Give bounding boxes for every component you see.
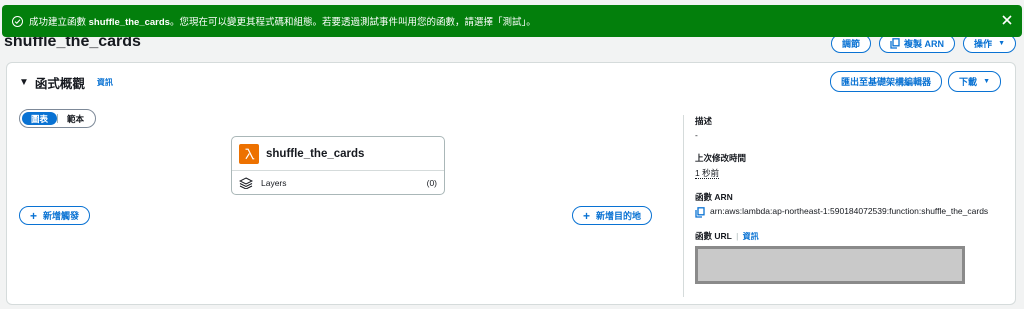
description-value: -: [695, 130, 698, 140]
url-label: 函數 URL: [695, 231, 732, 241]
flash-prefix: 成功建立函數: [29, 17, 89, 28]
check-circle-icon: [12, 15, 23, 27]
column-divider: [683, 115, 684, 297]
caret-down-icon: ▼: [983, 78, 990, 85]
arn-label: 函數 ARN: [695, 192, 733, 202]
layers-label: Layers: [261, 178, 287, 188]
export-infra-composer-button[interactable]: 匯出至基礎架構編輯器: [830, 71, 943, 92]
view-toggle: 圖表 範本: [19, 109, 97, 128]
arn-value: arn:aws:lambda:ap-northeast-1:5901840725…: [710, 206, 989, 216]
add-destination-label: 新增目的地: [596, 211, 642, 221]
flash-suffix: 。您現在可以變更其程式碼和組態。若要透過測試事件叫用您的函數，請選擇「測試」。: [169, 17, 536, 28]
success-flash-banner: 成功建立函數 shuffle_the_cards。您現在可以變更其程式碼和組態。…: [2, 5, 1022, 37]
flash-function-name: shuffle_the_cards: [88, 17, 170, 28]
tab-diagram[interactable]: 圖表: [22, 112, 58, 125]
last-modified-value-wrap: 1 秒前: [695, 167, 995, 179]
copy-arn-label: 複製 ARN: [904, 39, 945, 49]
url-label-row: 函數 URL | 資訊: [695, 230, 995, 242]
lambda-function-page: 成功建立函數 shuffle_the_cards。您現在可以變更其程式碼和組態。…: [0, 0, 1024, 309]
overview-header[interactable]: ▼ 函式概觀 資訊: [19, 73, 113, 92]
overview-info-link[interactable]: 資訊: [97, 77, 113, 88]
function-node-header: shuffle_the_cards: [232, 137, 444, 171]
copy-icon: [890, 38, 900, 49]
function-details: 描述 - 上次修改時間 1 秒前 函數 ARN arn:aws:lambda:a…: [695, 115, 995, 284]
description-section: 描述 -: [695, 115, 995, 140]
add-trigger-label: 新增觸發: [43, 211, 80, 221]
function-overview-panel: ▼ 函式概觀 資訊 匯出至基礎架構編輯器 下載 ▼ 圖表 範本 shuffle_…: [6, 62, 1016, 305]
label-divider: |: [736, 231, 739, 241]
function-node[interactable]: shuffle_the_cards Layers (0): [231, 136, 445, 195]
layers-row[interactable]: Layers (0): [232, 171, 444, 195]
copy-icon[interactable]: [695, 207, 705, 218]
last-modified-value[interactable]: 1 秒前: [695, 168, 720, 179]
overview-actions: 匯出至基礎架構編輯器 下載 ▼: [830, 71, 1001, 92]
overview-title: 函式概觀: [34, 77, 85, 91]
plus-icon: +: [583, 208, 591, 223]
description-label: 描述: [695, 116, 713, 126]
url-info-link[interactable]: 資訊: [743, 232, 759, 241]
layers-count: (0): [426, 178, 437, 188]
flash-message: 成功建立函數 shuffle_the_cards。您現在可以變更其程式碼和組態。…: [29, 14, 536, 28]
download-label: 下載: [959, 77, 978, 87]
tab-template[interactable]: 範本: [58, 112, 93, 125]
arn-section: 函數 ARN arn:aws:lambda:ap-northeast-1:590…: [695, 191, 995, 218]
last-modified-label: 上次修改時間: [695, 153, 747, 163]
plus-icon: +: [30, 208, 38, 223]
last-modified-section: 上次修改時間 1 秒前: [695, 152, 995, 179]
close-icon[interactable]: [1000, 13, 1014, 27]
actions-label: 操作: [974, 39, 993, 49]
layers-icon: [239, 177, 253, 189]
url-section: 函數 URL | 資訊: [695, 230, 995, 284]
function-node-name: shuffle_the_cards: [266, 147, 365, 160]
lambda-icon: [239, 143, 259, 164]
caret-down-icon: ▼: [998, 40, 1005, 47]
arn-row: arn:aws:lambda:ap-northeast-1:5901840725…: [695, 206, 995, 218]
collapse-caret-icon[interactable]: ▼: [19, 77, 29, 88]
download-dropdown-button[interactable]: 下載 ▼: [948, 71, 1001, 92]
add-trigger-button[interactable]: + 新增觸發: [19, 206, 91, 225]
add-destination-button[interactable]: + 新增目的地: [572, 206, 653, 225]
redacted-url-box: [695, 246, 965, 284]
